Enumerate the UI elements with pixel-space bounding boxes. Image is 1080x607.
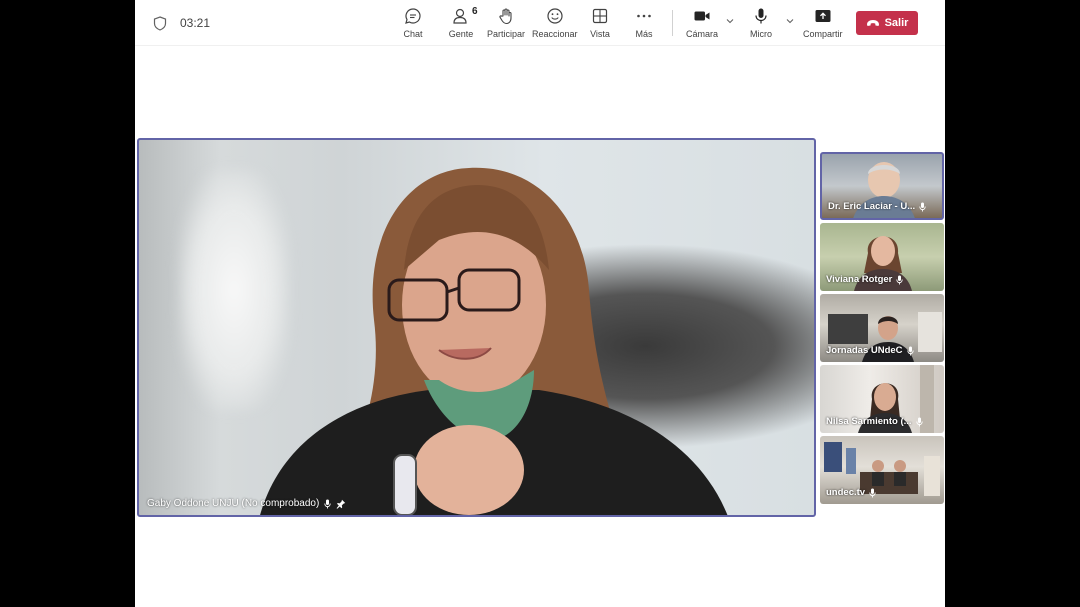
smiley-icon <box>545 6 565 26</box>
leave-label: Salir <box>884 17 909 29</box>
share-screen-icon <box>813 6 833 26</box>
participant-name: Dr. Eric Laciar - U... <box>828 201 916 212</box>
main-participant-label: Gaby Oddone UNJU (No comprobado) <box>147 498 346 509</box>
people-label: Gente <box>448 29 474 39</box>
share-button[interactable]: Compartir <box>803 6 843 42</box>
camera-icon <box>692 6 712 26</box>
main-participant-video <box>260 167 728 515</box>
react-label: Reaccionar <box>532 29 578 39</box>
microphone-icon <box>919 202 926 211</box>
more-button[interactable]: Más <box>634 6 654 42</box>
participant-label: Jornadas UNdeC <box>826 345 914 356</box>
more-icon <box>634 6 654 26</box>
more-label: Más <box>635 29 653 39</box>
leave-button[interactable]: Salir <box>856 11 918 35</box>
microphone-icon <box>906 346 914 355</box>
participant-name: undec.tv <box>826 487 866 498</box>
microphone-icon <box>869 488 876 497</box>
chat-label: Chat <box>403 29 423 39</box>
participant-name: Jornadas UNdeC <box>826 345 903 356</box>
call-timer: 03:21 <box>180 16 211 30</box>
camera-button[interactable]: Cámara <box>686 6 718 42</box>
mic-button[interactable]: Micro <box>750 6 772 42</box>
raise-hand-button[interactable]: Participar <box>487 6 525 42</box>
meeting-toolbar: 03:21 Chat 6 Gente Participar Reaccionar… <box>135 0 945 46</box>
hand-icon <box>496 6 516 26</box>
toolbar-divider <box>672 10 673 36</box>
pin-icon[interactable] <box>336 499 346 509</box>
people-icon <box>451 6 471 26</box>
meeting-window: 03:21 Chat 6 Gente Participar Reaccionar… <box>135 0 945 607</box>
raise-hand-label: Participar <box>487 29 526 39</box>
microphone-icon <box>915 417 923 426</box>
people-button[interactable]: 6 Gente <box>448 6 478 42</box>
grid-view-icon <box>590 6 610 26</box>
microphone-icon <box>324 499 331 508</box>
mic-label: Micro <box>750 29 772 39</box>
react-button[interactable]: Reaccionar <box>532 6 578 42</box>
share-label: Compartir <box>803 29 843 39</box>
chat-icon <box>403 6 423 26</box>
people-count-badge: 6 <box>472 6 478 17</box>
participant-tile[interactable]: Viviana Rotger <box>820 223 944 291</box>
participant-label: undec.tv <box>826 487 876 498</box>
participant-label: Dr. Eric Laciar - U... <box>828 201 926 212</box>
mic-options-chevron-down-icon[interactable] <box>785 16 795 26</box>
hang-up-icon <box>866 20 879 26</box>
camera-label: Cámara <box>686 29 719 39</box>
microphone-icon <box>896 275 904 284</box>
participant-name: Nilsa Sarmiento (... <box>826 416 912 427</box>
camera-options-chevron-down-icon[interactable] <box>725 16 735 26</box>
participant-tile[interactable]: undec.tv <box>820 436 944 504</box>
participant-name: Viviana Rotger <box>826 274 893 285</box>
main-video-stage[interactable]: Gaby Oddone UNJU (No comprobado) <box>137 138 816 517</box>
chat-button[interactable]: Chat <box>403 6 423 42</box>
shield-icon <box>153 16 167 31</box>
participant-tile[interactable]: Dr. Eric Laciar - U... <box>820 152 944 220</box>
participant-label: Nilsa Sarmiento (... <box>826 416 923 427</box>
main-participant-name: Gaby Oddone UNJU (No comprobado) <box>147 498 320 509</box>
participant-tile[interactable]: Jornadas UNdeC <box>820 294 944 362</box>
participant-label: Viviana Rotger <box>826 274 904 285</box>
participant-tile[interactable]: Nilsa Sarmiento (... <box>820 365 944 433</box>
microphone-icon <box>751 6 771 26</box>
view-button[interactable]: Vista <box>590 6 610 42</box>
view-label: Vista <box>590 29 610 39</box>
